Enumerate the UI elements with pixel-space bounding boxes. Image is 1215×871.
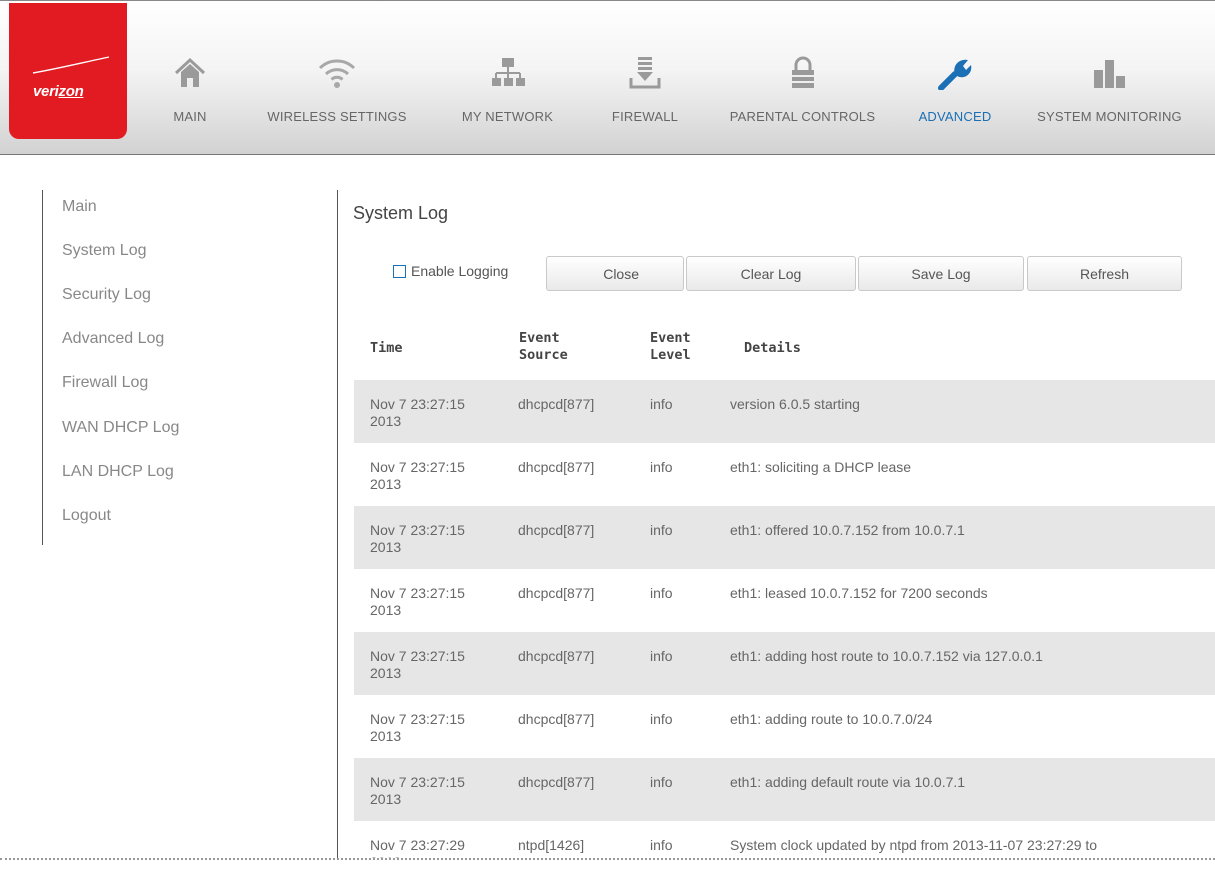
home-icon [174,57,206,87]
nav-advanced[interactable]: ADVANCED [905,1,1005,156]
cell-time: Nov 7 23:27:15 2013 [370,648,465,681]
table-row: Nov 7 23:27:15 2013 dhcpcd[877] info eth1… [354,569,1215,632]
enable-logging-checkbox[interactable] [393,264,406,278]
content-divider [337,190,338,871]
sidebar-item-lan-dhcp-log[interactable]: LAN DHCP Log [62,463,174,481]
nav-label-advanced: ADVANCED [918,109,992,124]
nav-label-main: MAIN [173,109,207,124]
cell-source: ntpd[1426] [518,837,585,853]
firewall-icon [629,57,661,89]
cell-source: dhcpcd[877] [518,396,595,412]
table-row: Nov 7 23:27:15 2013 dhcpcd[877] info vers… [354,380,1215,443]
sidebar-line [42,190,43,545]
page-title: System Log [353,203,449,223]
cell-level: info [650,648,673,664]
sidebar-item-firewall-log[interactable]: Firewall Log [62,374,148,392]
logo-swoosh-icon [32,56,110,74]
wifi-icon [318,59,356,88]
cell-source: dhcpcd[877] [518,522,595,538]
sidebar-item-logout[interactable]: Logout [62,507,111,525]
nav-label-my-network: MY NETWORK [461,109,554,124]
sidebar-item-wan-dhcp-log[interactable]: WAN DHCP Log [62,419,179,437]
nav-label-system-monitoring: SYSTEM MONITORING [1037,109,1182,124]
cell-time: Nov 7 23:27:15 2013 [370,711,465,744]
sidebar-item-security-log[interactable]: Security Log [62,286,151,304]
nav-parental-controls[interactable]: PARENTAL CONTROLS [715,1,890,156]
nav-wireless-settings[interactable]: WIRELESS SETTINGS [252,1,422,156]
close-button[interactable]: Close [546,256,684,291]
lock-icon [791,56,814,88]
wrench-icon [938,59,972,90]
table-row: Nov 7 23:27:15 2013 dhcpcd[877] info eth1… [354,443,1215,506]
table-row: Nov 7 23:27:15 2013 dhcpcd[877] info eth1… [354,506,1215,569]
cell-source: dhcpcd[877] [518,774,595,790]
sidebar-item-advanced-log[interactable]: Advanced Log [62,330,164,348]
cell-details: eth1: soliciting a DHCP lease [730,459,912,475]
network-icon [491,58,525,86]
cell-level: info [650,585,673,601]
torn-edge [0,858,1215,871]
cell-time: Nov 7 23:27:15 2013 [370,522,465,555]
cell-time: Nov 7 23:27:15 2013 [370,774,465,807]
nav-label-parental: PARENTAL CONTROLS [729,109,876,124]
enable-logging-control[interactable]: Enable Logging [393,263,508,279]
clear-log-button[interactable]: Clear Log [686,256,856,291]
table-row: Nov 7 23:27:15 2013 dhcpcd[877] info eth1… [354,632,1215,695]
cell-time: Nov 7 23:27:15 2013 [370,459,465,492]
table-row: Nov 7 23:27:15 2013 dhcpcd[877] info eth1… [354,758,1215,821]
verizon-logo[interactable]: verizon [9,3,127,139]
save-log-button[interactable]: Save Log [858,256,1024,291]
sidebar-item-system-log[interactable]: System Log [62,242,146,260]
cell-level: info [650,522,673,538]
top-header: verizon MAIN WIRELESS SETTINGS MY NETWOR… [0,0,1215,155]
cell-source: dhcpcd[877] [518,648,595,664]
cell-level: info [650,396,673,412]
nav-main[interactable]: MAIN [150,1,230,156]
table-row: Nov 7 23:27:15 2013 dhcpcd[877] info eth1… [354,695,1215,758]
nav-label-wireless: WIRELESS SETTINGS [267,109,407,124]
header-details: Details [744,340,801,356]
logo-text: verizon [33,83,84,100]
header-event-level: Event Level [650,330,691,363]
cell-details: eth1: adding route to 10.0.7.0/24 [730,711,933,727]
cell-details: eth1: offered 10.0.7.152 from 10.0.7.1 [730,522,965,538]
enable-logging-label: Enable Logging [411,263,509,279]
cell-level: info [650,711,673,727]
bar-chart-icon [1093,60,1125,88]
header-event-source: Event Source [519,330,568,363]
cell-source: dhcpcd[877] [518,459,595,475]
cell-level: info [650,459,673,475]
cell-details: System clock updated by ntpd from 2013-1… [730,837,1098,853]
cell-time: Nov 7 23:27:15 2013 [370,396,465,429]
sidebar-item-main[interactable]: Main [62,198,97,216]
cell-details: version 6.0.5 starting [730,396,860,412]
nav-label-firewall: FIREWALL [611,109,679,124]
cell-source: dhcpcd[877] [518,585,595,601]
cell-level: info [650,837,673,853]
nav-my-network[interactable]: MY NETWORK [445,1,570,156]
nav-firewall[interactable]: FIREWALL [595,1,695,156]
refresh-button[interactable]: Refresh [1027,256,1182,291]
cell-source: dhcpcd[877] [518,711,595,727]
cell-level: info [650,774,673,790]
header-time: Time [370,340,403,356]
nav-system-monitoring[interactable]: SYSTEM MONITORING [1022,1,1197,156]
cell-details: eth1: leased 10.0.7.152 for 7200 seconds [730,585,988,601]
cell-details: eth1: adding default route via 10.0.7.1 [730,774,966,790]
cell-details: eth1: adding host route to 10.0.7.152 vi… [730,648,1043,664]
cell-time: Nov 7 23:27:15 2013 [370,585,465,618]
